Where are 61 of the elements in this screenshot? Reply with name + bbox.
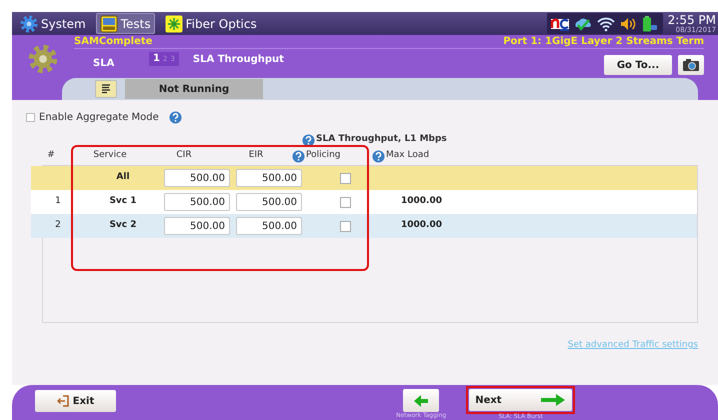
help-icon[interactable] [168, 110, 182, 124]
help-icon[interactable] [302, 134, 315, 146]
top-tab[interactable]: Fiber Optics [160, 13, 261, 34]
column-header: # [47, 149, 55, 162]
column-header: Max Load [386, 149, 430, 162]
top-tab[interactable]: Tests [96, 13, 155, 34]
right-arrow-icon [540, 393, 566, 407]
column-header: EIR [248, 149, 264, 162]
table-row[interactable]: 1 Svc 1 500.00 500.00 1000.00 [31, 190, 697, 214]
test-status: Not Running [125, 79, 263, 99]
service-name: Svc 1 [109, 195, 137, 208]
eir-field[interactable]: 500.00 [236, 169, 302, 187]
policing-checkbox[interactable] [340, 172, 350, 184]
notes-button[interactable] [95, 80, 117, 98]
policing-checkbox[interactable] [340, 196, 350, 208]
camera-icon [682, 58, 700, 72]
section-label: SLA [93, 56, 116, 70]
eir-field[interactable]: 500.00 [236, 193, 302, 211]
port-label: Port 1: 1GigE Layer 2 Streams Term [503, 36, 704, 46]
help-icon[interactable] [292, 150, 305, 162]
cir-field[interactable]: 500.00 [164, 217, 230, 235]
page-title: SLA Throughput [192, 52, 284, 66]
lines-icon [101, 84, 111, 94]
next-button[interactable]: Next [469, 389, 572, 411]
gear-icon [28, 44, 58, 74]
service-name: Svc 2 [109, 219, 137, 232]
row-number: 1 [55, 195, 61, 208]
max-load: 1000.00 [401, 196, 442, 206]
exit-button[interactable]: Exit [35, 390, 116, 412]
clock-time: 2:55 PM [668, 14, 716, 26]
wifi-icon [596, 16, 616, 32]
test-name: SAMComplete [74, 36, 152, 46]
row-number: 2 [55, 219, 61, 232]
battery-icon [642, 14, 660, 32]
service-name: All [116, 171, 130, 184]
top-tab[interactable]: System [16, 13, 90, 34]
group-header: SLA Throughput, L1 Mbps [316, 133, 447, 146]
eir-field[interactable]: 500.00 [236, 217, 302, 235]
camera-button[interactable] [678, 55, 704, 75]
table-row[interactable]: All 500.00 500.00 [31, 166, 697, 190]
left-arrow-icon [413, 394, 430, 408]
back-button[interactable] [403, 389, 440, 412]
cir-field[interactable]: 500.00 [164, 169, 230, 187]
help-icon[interactable] [372, 150, 385, 162]
tester-icon [100, 14, 118, 32]
goto-button[interactable]: Go To... [604, 55, 672, 75]
column-header: Policing [306, 149, 340, 162]
step-number: 1 [153, 54, 160, 64]
max-load: 1000.00 [401, 220, 442, 230]
burst-icon [164, 14, 183, 32]
column-header: Service [93, 149, 127, 162]
column-header: CIR [176, 149, 192, 162]
aggregate-checkbox[interactable] [26, 112, 35, 122]
cir-field[interactable]: 500.00 [164, 193, 230, 211]
exit-door-icon [56, 394, 71, 408]
aggregate-label: Enable Aggregate Mode [39, 110, 159, 124]
gear-icon [20, 14, 38, 32]
table-row[interactable]: 2 Svc 2 500.00 500.00 1000.00 [31, 214, 697, 238]
network-logo-icon [550, 16, 570, 32]
policing-checkbox[interactable] [340, 220, 350, 232]
cloud-check-icon [572, 16, 593, 32]
